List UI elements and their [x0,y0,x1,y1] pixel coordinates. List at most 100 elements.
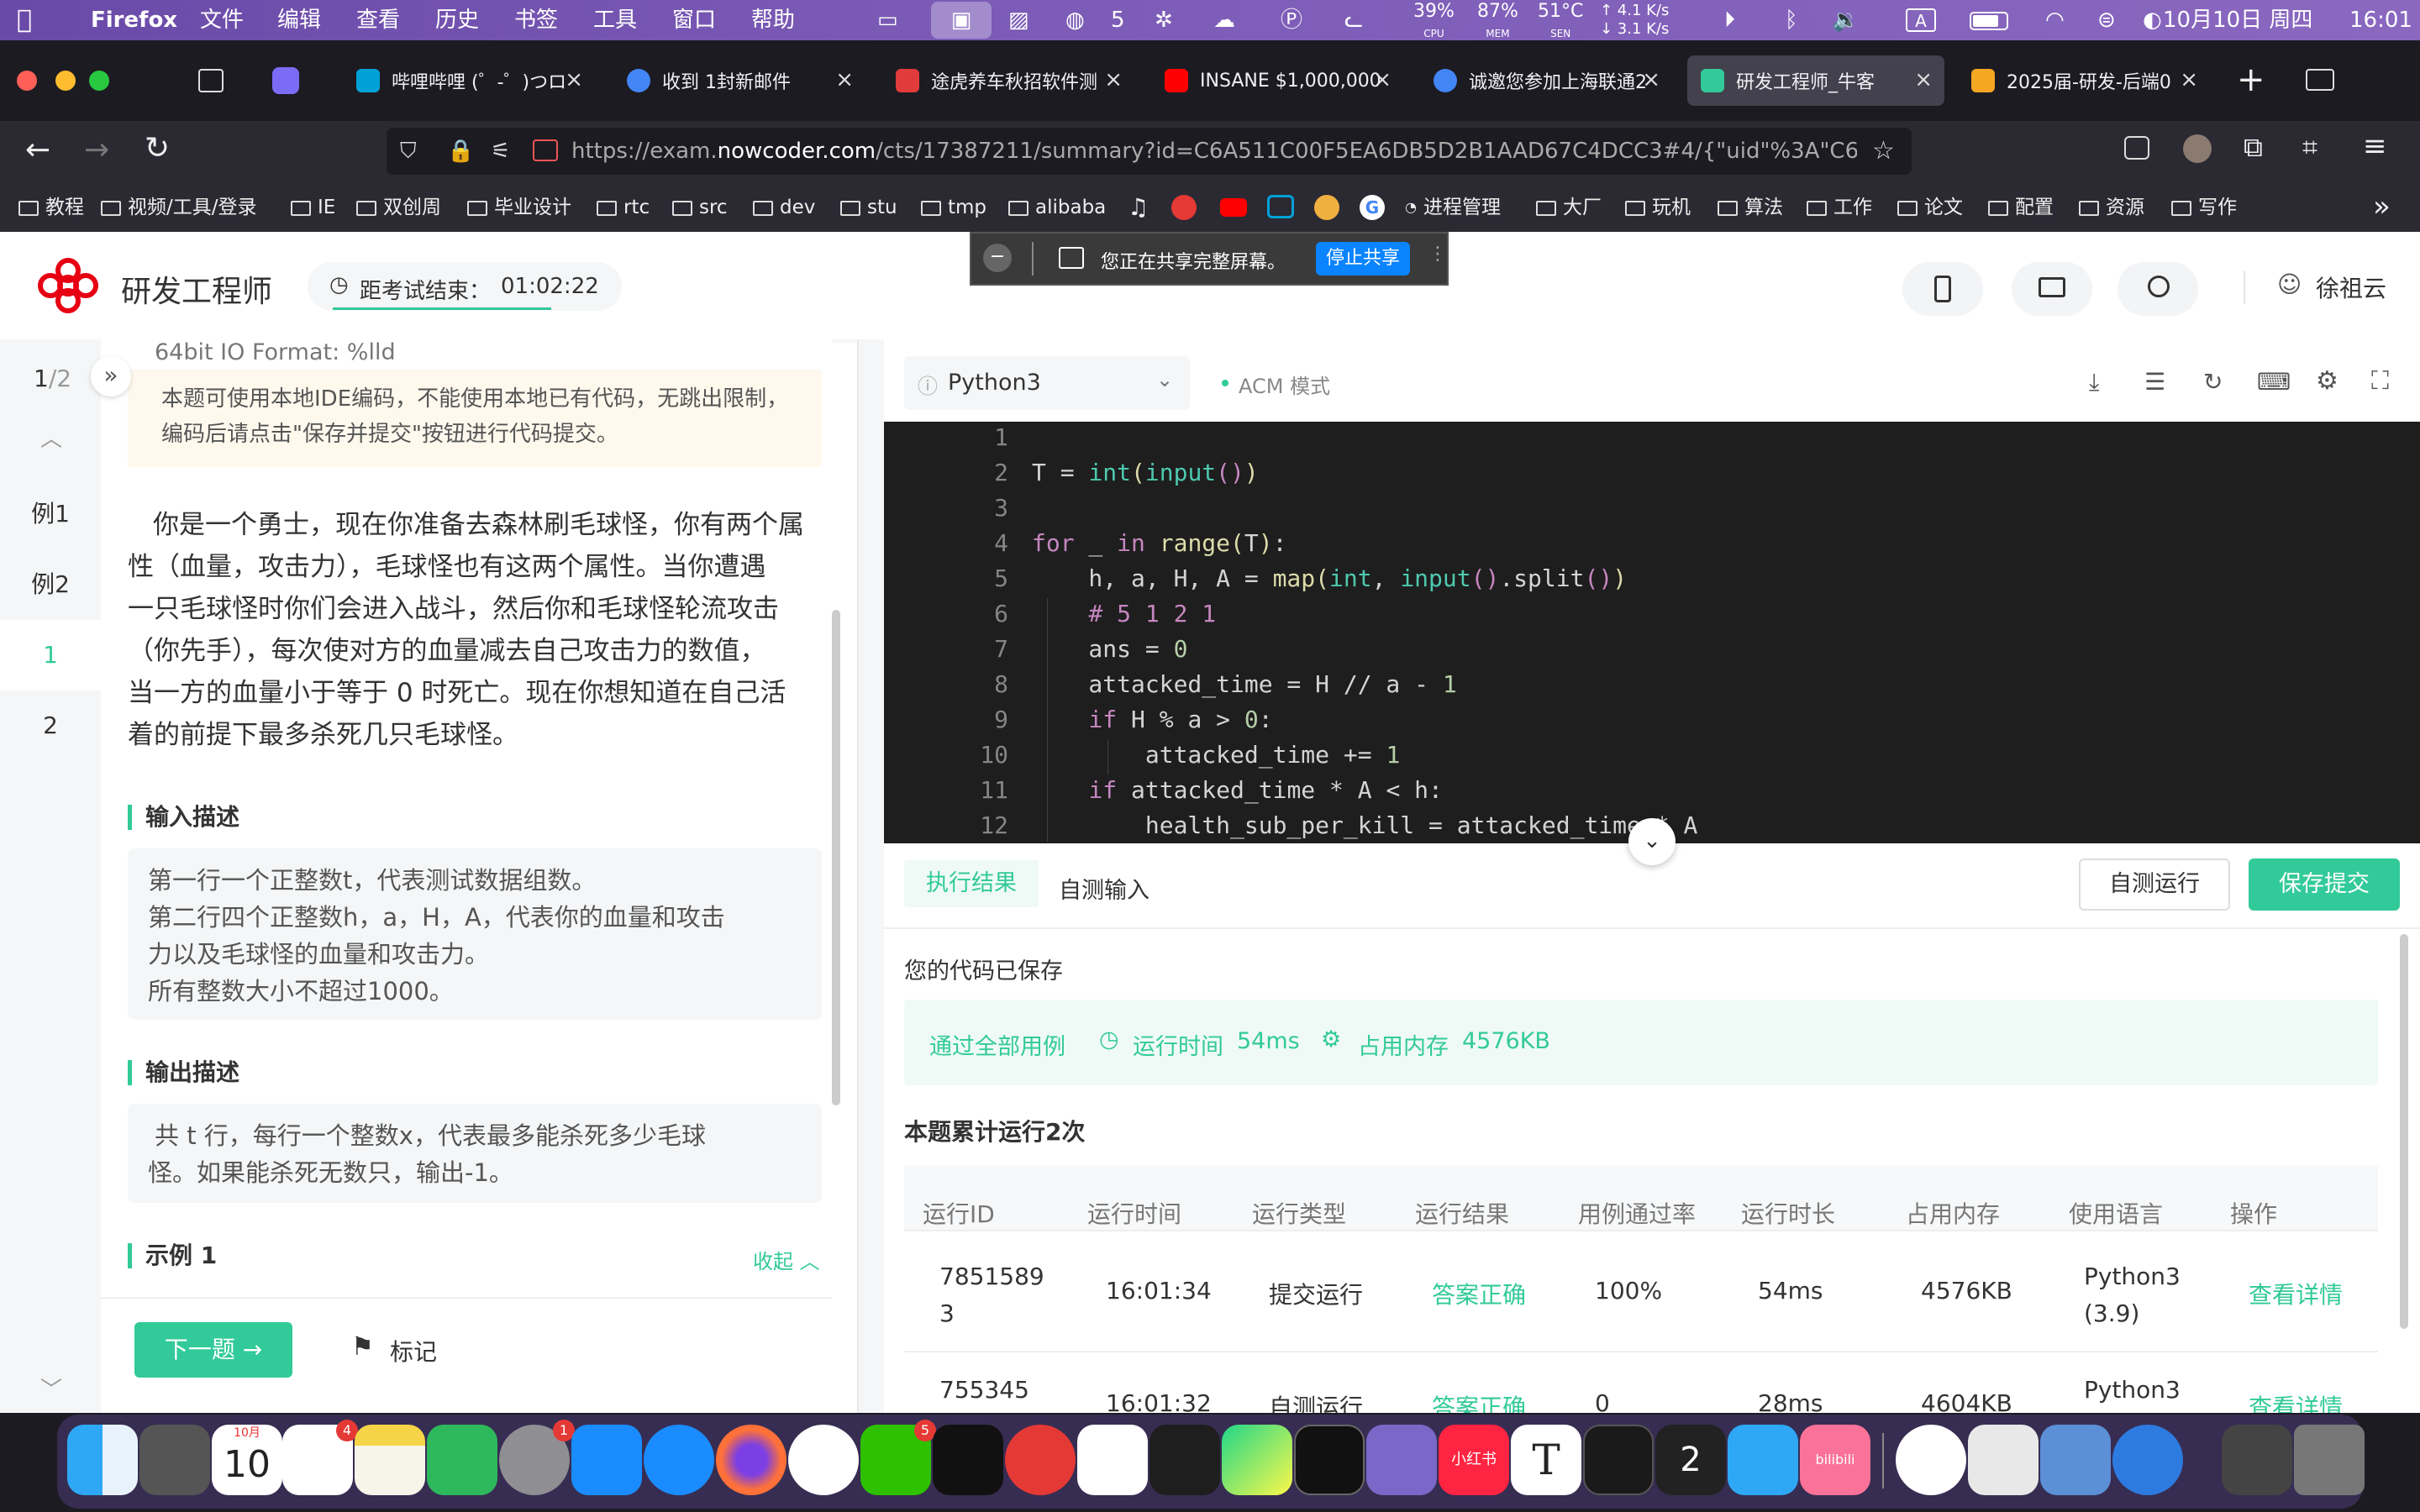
netease-music-icon[interactable] [1005,1425,1076,1495]
collapse-editor-icon[interactable]: ⌄ [1628,818,1676,865]
profile-avatar[interactable] [2183,134,2212,163]
google-icon[interactable]: G [1360,195,1385,220]
menu-window[interactable]: 窗口 [672,7,716,34]
bookmark-src[interactable]: src [672,193,728,222]
robot-arm-icon[interactable] [1968,1425,2039,1495]
bookmark-thesis[interactable]: 毕业设计 [467,193,571,222]
bookmark-config[interactable]: 配置 [1988,193,2054,222]
webcam-icon[interactable] [2118,262,2198,316]
image-icon[interactable]: ▨ [1008,7,1029,34]
settings-icon[interactable]: ⚙ [2316,366,2338,396]
safari-icon[interactable] [644,1425,714,1495]
launchpad-icon[interactable] [139,1425,210,1495]
tab-mail[interactable]: 收到 1封新邮件 × [613,55,865,106]
camera-icon[interactable]: ▭ [877,7,898,34]
desktop-2-icon[interactable]: 2 [1655,1425,1726,1495]
icloud-icon[interactable] [1728,1425,1798,1495]
wifi-icon[interactable]: ◠ [2045,7,2065,34]
problem-scrollbar[interactable] [832,610,840,1105]
bookmark-stu[interactable]: stu [840,193,897,222]
terminal-icon[interactable] [1294,1425,1365,1495]
menu-view[interactable]: 查看 [356,7,400,34]
tab-recruit[interactable]: 2025届-研发-后端0 × [1958,55,2210,106]
tab-self-input[interactable]: 自测输入 [1059,872,1150,905]
bookmark-shuangchuang[interactable]: 双创周 [356,193,441,222]
bookmark-play[interactable]: 玩机 [1625,193,1691,222]
keyboard-icon[interactable]: ⌨ [2257,368,2291,396]
code-editor[interactable]: 1 2 3 4 5 6 7 8 9 10 11 12 T = int(input… [884,422,2420,843]
tab-nowcoder[interactable]: 研发工程师_牛客 × [1687,55,1944,106]
close-icon[interactable]: × [1104,67,1123,92]
view-details-link[interactable]: 查看详情 [2249,1277,2343,1310]
reminders-icon[interactable]: 4 [282,1420,358,1495]
drag-handle-icon[interactable]: ⋮ [1428,244,1447,265]
nav-example-2[interactable]: 例2 [0,549,101,620]
menu-icon[interactable]: ≡ [2363,129,2387,163]
monitor-icon[interactable] [2012,262,2092,316]
user-icon[interactable]: ☺ [2277,270,2302,298]
next-question-button[interactable]: 下一题 → [134,1322,292,1378]
nav-question-2[interactable]: 2 [0,690,101,761]
activity-monitor-icon[interactable] [1583,1425,1654,1495]
close-icon[interactable]: × [1373,67,1392,92]
qq-icon[interactable] [788,1425,859,1495]
chevron-down-icon[interactable]: ﹀ [40,1373,62,1404]
tab-overview-icon[interactable] [198,69,224,92]
xiaohongshu-icon[interactable]: 小红书 [1439,1425,1509,1495]
screen-share-icon[interactable]: ▣ [931,2,992,39]
panel-splitter[interactable] [857,339,884,1413]
menu-help[interactable]: 帮助 [751,7,795,34]
mark-button[interactable]: 标记 [390,1334,437,1368]
tab-result[interactable]: 执行结果 [904,860,1039,907]
close-window-button[interactable] [17,71,37,91]
pocket-icon[interactable] [2124,136,2149,160]
bookmark-bigco[interactable]: 大厂 [1536,193,1602,222]
pycharm-icon[interactable] [1222,1425,1292,1495]
offershow-icon[interactable] [2112,1425,2183,1495]
lock-icon[interactable]: 🔒 [447,128,474,175]
reload-icon[interactable]: ↻ [145,131,170,165]
tab-unicom[interactable]: 诚邀您参加上海联通2 × [1420,55,1672,106]
bookmark-rtc[interactable]: rtc [597,193,650,222]
dashboard-icon[interactable] [2222,1425,2292,1495]
avatar-bookmark-icon[interactable] [1314,195,1339,220]
more-bookmarks-icon[interactable]: » [2373,190,2391,223]
control-center-icon[interactable]: ⊜ [2097,7,2116,34]
cat-icon[interactable]: ᓚ [1344,7,1363,34]
minimize-share-icon[interactable]: − [983,244,1012,272]
menu-edit[interactable]: 编辑 [277,7,321,34]
results-scrollbar[interactable] [2400,934,2408,1329]
minimize-window-button[interactable] [55,71,76,91]
bookmark-tmp[interactable]: tmp [921,193,986,222]
bookmark-process[interactable]: ◔ 进程管理 [1405,193,1501,222]
youtube-bookmark-icon[interactable] [1220,198,1247,217]
tab-bilibili[interactable]: 哔哩哔哩 (゜-゜)つロ × [343,55,595,106]
back-icon[interactable]: ← [25,133,50,167]
self-run-button[interactable]: 自测运行 [2079,858,2230,911]
permissions-icon[interactable]: ⚟ [491,128,510,175]
numbers-icon[interactable] [427,1425,497,1495]
bookmark-tutorial[interactable]: 教程 [18,193,84,222]
wps-icon[interactable] [1077,1425,1148,1495]
bookmark-writing[interactable]: 写作 [2171,193,2237,222]
chatgpt-icon[interactable]: ✲ [1155,7,1173,34]
date[interactable]: 10月10日 周四 [2163,7,2312,34]
view-details-link[interactable]: 查看详情 [2249,1389,2343,1413]
app-store-icon[interactable] [571,1425,642,1495]
crop-icon[interactable]: ⌗ [2302,131,2317,164]
collapse-link[interactable]: 收起 ︿ [753,1245,820,1274]
bookmark-alibaba[interactable]: alibaba [1008,193,1106,222]
wechat-icon[interactable]: 5 [860,1420,936,1495]
extensions-icon[interactable]: ⧉ [2244,131,2263,164]
close-icon[interactable]: × [835,67,854,92]
cloud-icon[interactable]: ☁ [1213,7,1235,34]
menu-bookmarks[interactable]: 书签 [514,7,558,34]
bookmark-ie[interactable]: IE [291,193,335,222]
zoom-window-button[interactable] [89,71,109,91]
vscode-icon[interactable] [1150,1425,1220,1495]
app-menu[interactable]: Firefox [91,7,177,34]
time[interactable]: 16:01 [2349,7,2412,34]
tab-list-icon[interactable] [2306,69,2334,91]
bilibili-bookmark-icon[interactable] [1267,195,1294,218]
new-tab-button[interactable]: + [2237,60,2265,99]
